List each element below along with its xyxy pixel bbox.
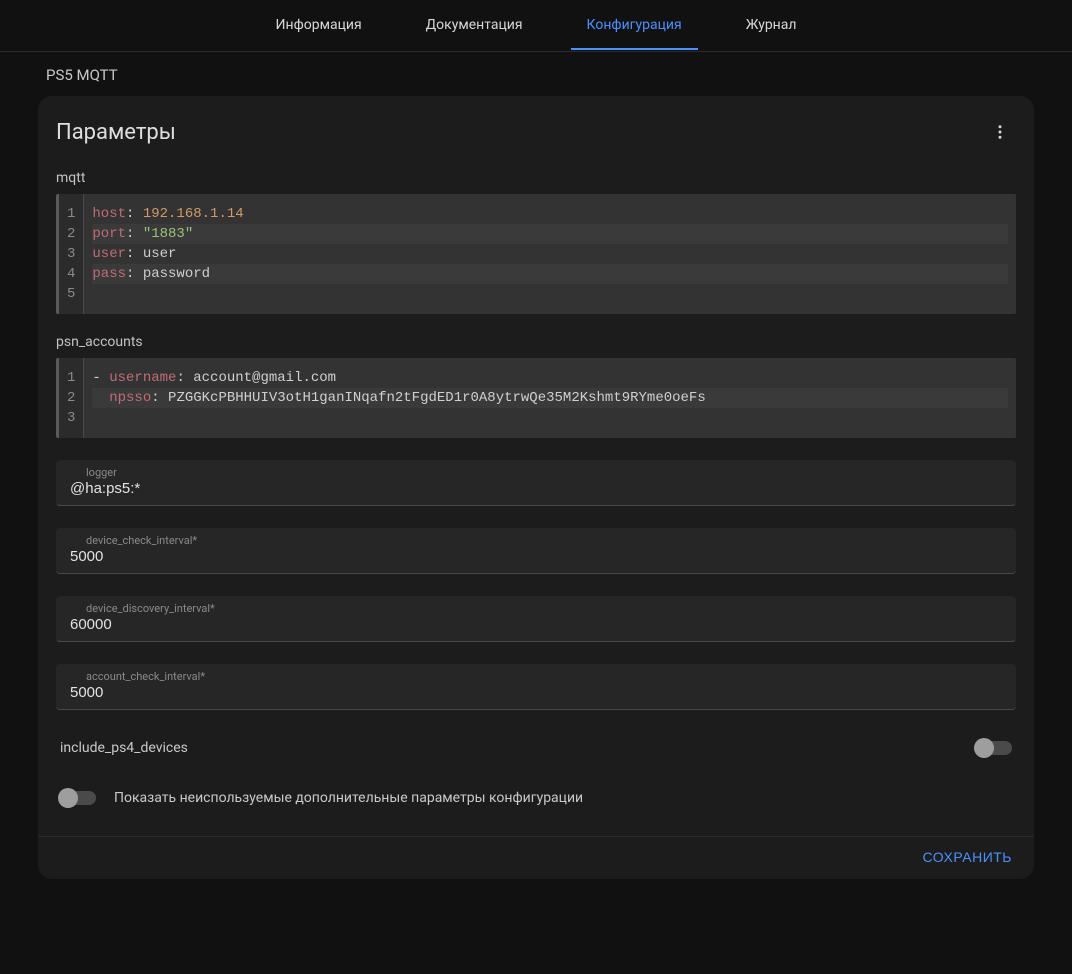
switch-include-ps4[interactable] xyxy=(976,741,1012,755)
label-device-check-interval: device_check_interval* xyxy=(70,534,197,547)
field-device-discovery-interval[interactable]: device_discovery_interval* xyxy=(56,596,1016,642)
code-gutter: 1 2 3 4 5 xyxy=(56,194,84,314)
toggle-show-unused: Показать неиспользуемые дополнительные п… xyxy=(38,770,1034,828)
switch-knob xyxy=(58,788,78,808)
section-mqtt-label: mqtt xyxy=(38,150,1034,194)
label-account-check-interval: account_check_interval* xyxy=(70,670,205,683)
mqtt-code-editor[interactable]: 1 2 3 4 5 host: 192.168.1.14 port: "1883… xyxy=(56,194,1016,314)
more-menu-button[interactable] xyxy=(982,114,1018,150)
switch-knob xyxy=(974,738,994,758)
options-card: Параметры mqtt 1 2 3 4 5 host: 192.168.1… xyxy=(38,96,1034,879)
code-body[interactable]: host: 192.168.1.14 port: "1883" user: us… xyxy=(84,194,1016,314)
field-account-check-interval[interactable]: account_check_interval* xyxy=(56,664,1016,710)
toggle-show-unused-label: Показать неиспользуемые дополнительные п… xyxy=(114,790,583,806)
switch-show-unused[interactable] xyxy=(60,791,96,805)
field-logger[interactable]: logger xyxy=(56,460,1016,506)
tab-config[interactable]: Конфигурация xyxy=(579,3,690,49)
field-device-check-interval[interactable]: device_check_interval* xyxy=(56,528,1016,574)
tab-info[interactable]: Информация xyxy=(268,3,370,49)
card-title: Параметры xyxy=(56,120,176,145)
input-account-check-interval[interactable] xyxy=(70,684,1002,701)
input-device-discovery-interval[interactable] xyxy=(70,616,1002,633)
code-body[interactable]: - username: account@gmail.com npsso: PZG… xyxy=(84,358,1016,438)
psn-code-editor[interactable]: 1 2 3 - username: account@gmail.com npss… xyxy=(56,358,1016,438)
input-device-check-interval[interactable] xyxy=(70,548,1002,565)
label-device-discovery-interval: device_discovery_interval* xyxy=(70,602,215,615)
input-logger[interactable] xyxy=(70,480,1002,497)
tab-log[interactable]: Журнал xyxy=(738,3,805,49)
toggle-include-ps4-label: include_ps4_devices xyxy=(60,740,188,756)
dots-vertical-icon xyxy=(991,123,1009,141)
label-logger: logger xyxy=(70,466,117,479)
card-footer: СОХРАНИТЬ xyxy=(38,836,1034,879)
addon-name: PS5 MQTT xyxy=(0,52,1072,96)
tab-docs[interactable]: Документация xyxy=(418,3,531,49)
tab-bar: Информация Документация Конфигурация Жур… xyxy=(0,0,1072,52)
save-button[interactable]: СОХРАНИТЬ xyxy=(922,849,1012,865)
section-psn-label: psn_accounts xyxy=(38,314,1034,358)
toggle-include-ps4: include_ps4_devices xyxy=(38,710,1034,770)
code-gutter: 1 2 3 xyxy=(56,358,84,438)
